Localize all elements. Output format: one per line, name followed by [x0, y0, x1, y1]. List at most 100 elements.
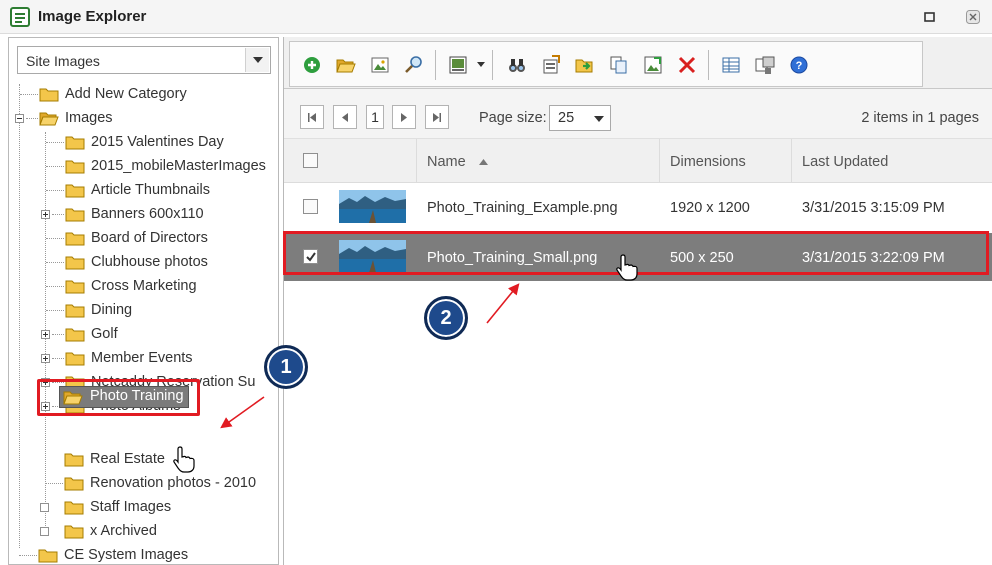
image-properties-icon[interactable]: [447, 54, 469, 76]
binoculars-icon[interactable]: [506, 54, 528, 76]
folder-icon: [64, 525, 84, 539]
chevron-down-icon[interactable]: [477, 62, 485, 68]
svg-text:?: ?: [796, 60, 803, 72]
pager-info: 2 items in 1 pages: [861, 110, 979, 126]
column-separator: [791, 139, 792, 183]
image-icon[interactable]: [369, 54, 391, 76]
settings-icon[interactable]: [754, 54, 776, 76]
category-select-value: Site Images: [26, 53, 100, 69]
tree-node[interactable]: Dining: [9, 300, 278, 322]
tree-guide: [46, 166, 64, 167]
tree-node-label: x Archived: [90, 523, 157, 539]
move-icon[interactable]: [574, 54, 596, 76]
maximize-icon[interactable]: [923, 10, 937, 24]
chevron-down-icon: [594, 116, 604, 122]
tree-guide: [46, 310, 64, 311]
tree-node[interactable]: x Archived: [8, 521, 279, 543]
folder-icon: [65, 232, 85, 246]
folder-icon: [65, 184, 85, 198]
last-page-button[interactable]: [425, 105, 449, 129]
tree-node-label: Article Thumbnails: [91, 182, 211, 198]
sort-ascending-icon: [479, 159, 488, 165]
tree-node[interactable]: Real Estate: [8, 449, 279, 471]
first-page-button[interactable]: [300, 105, 324, 129]
tree-guide: [52, 358, 64, 359]
tree-guide: [20, 94, 38, 95]
dropdown-arrow[interactable]: [245, 48, 269, 72]
tree-node[interactable]: Banners 600x110: [9, 204, 278, 226]
folder-icon: [39, 88, 59, 102]
properties-icon[interactable]: [540, 54, 562, 76]
column-header-name[interactable]: Name: [427, 154, 466, 170]
tree-node-label: Cross Marketing: [91, 278, 197, 294]
expand-toggle[interactable]: [40, 527, 49, 536]
tree-node[interactable]: Renovation photos - 2010: [8, 473, 279, 495]
tree-node[interactable]: Golf: [9, 324, 278, 346]
tree-guide: [46, 142, 64, 143]
folder-icon: [65, 328, 85, 342]
tree-node[interactable]: 2015 Valentines Day: [9, 132, 278, 154]
tree-guide: [46, 190, 64, 191]
search-icon[interactable]: [403, 54, 425, 76]
select-all-checkbox[interactable]: [303, 153, 318, 168]
tree-node-label: Staff Images: [90, 499, 172, 515]
tree-node[interactable]: Board of Directors: [9, 228, 278, 250]
step-2-badge: 2: [424, 296, 468, 340]
tree-guide: [52, 334, 64, 335]
current-page[interactable]: 1: [366, 105, 384, 129]
tree-node-label: Real Estate: [90, 451, 165, 467]
folder-icon: [65, 304, 85, 318]
tree-node-add-new-category[interactable]: Add New Category: [9, 84, 278, 106]
open-folder-icon[interactable]: [335, 54, 357, 76]
grid-header: Name Dimensions Last Updated: [284, 139, 992, 183]
tree-node[interactable]: Staff Images: [8, 497, 279, 519]
expand-toggle[interactable]: [41, 210, 50, 219]
toolbar-separator: [708, 50, 709, 80]
tree-node-label: Member Events: [91, 350, 193, 366]
column-header-last-updated[interactable]: Last Updated: [802, 154, 888, 170]
tree-guide: [19, 555, 37, 556]
add-icon[interactable]: [301, 54, 323, 76]
cell-last-updated: 3/31/2015 3:15:09 PM: [802, 200, 945, 216]
tree-guide: [46, 286, 64, 287]
tree-node[interactable]: Article Thumbnails: [9, 180, 278, 202]
tree-guide: [45, 483, 63, 484]
tree-node-label: Dining: [91, 302, 133, 318]
replace-image-icon[interactable]: [642, 54, 664, 76]
folder-icon: [65, 256, 85, 270]
toolbar: ?: [289, 41, 923, 87]
tree-node[interactable]: Cross Marketing: [9, 276, 278, 298]
page-size-select[interactable]: 25: [549, 105, 611, 131]
tree-node-label: Images: [65, 110, 113, 126]
category-select[interactable]: Site Images: [17, 46, 271, 74]
row-checkbox[interactable]: [303, 199, 318, 214]
highlight-box-step-1: [37, 379, 200, 416]
step-1-badge: 1: [264, 345, 308, 389]
folder-icon: [38, 549, 58, 563]
hand-cursor-icon: [173, 446, 195, 473]
grid-view-icon[interactable]: [720, 54, 742, 76]
delete-icon[interactable]: [676, 54, 698, 76]
expand-toggle[interactable]: [41, 354, 50, 363]
collapse-toggle[interactable]: [15, 114, 24, 123]
help-icon[interactable]: ?: [788, 54, 810, 76]
copy-icon[interactable]: [608, 54, 630, 76]
tree-guide: [46, 238, 64, 239]
folder-icon: [65, 280, 85, 294]
tree-node-ce-system-images[interactable]: CE System Images: [8, 545, 279, 565]
expand-toggle[interactable]: [40, 503, 49, 512]
toolbar-separator: [492, 50, 493, 80]
close-icon[interactable]: [966, 10, 980, 24]
tree-node[interactable]: Clubhouse photos: [9, 252, 278, 274]
tree-node-images[interactable]: Images: [9, 108, 278, 130]
expand-toggle[interactable]: [41, 330, 50, 339]
table-row[interactable]: Photo_Training_Example.png 1920 x 1200 3…: [284, 183, 992, 231]
previous-page-button[interactable]: [333, 105, 357, 129]
next-page-button[interactable]: [392, 105, 416, 129]
page-size-value: 25: [558, 110, 575, 126]
cell-name: Photo_Training_Example.png: [427, 200, 618, 216]
tree-node[interactable]: 2015_mobileMasterImages: [9, 156, 278, 178]
tree-node[interactable]: Member Events: [9, 348, 278, 370]
toolbar-separator: [435, 50, 436, 80]
column-header-dimensions[interactable]: Dimensions: [670, 154, 746, 170]
